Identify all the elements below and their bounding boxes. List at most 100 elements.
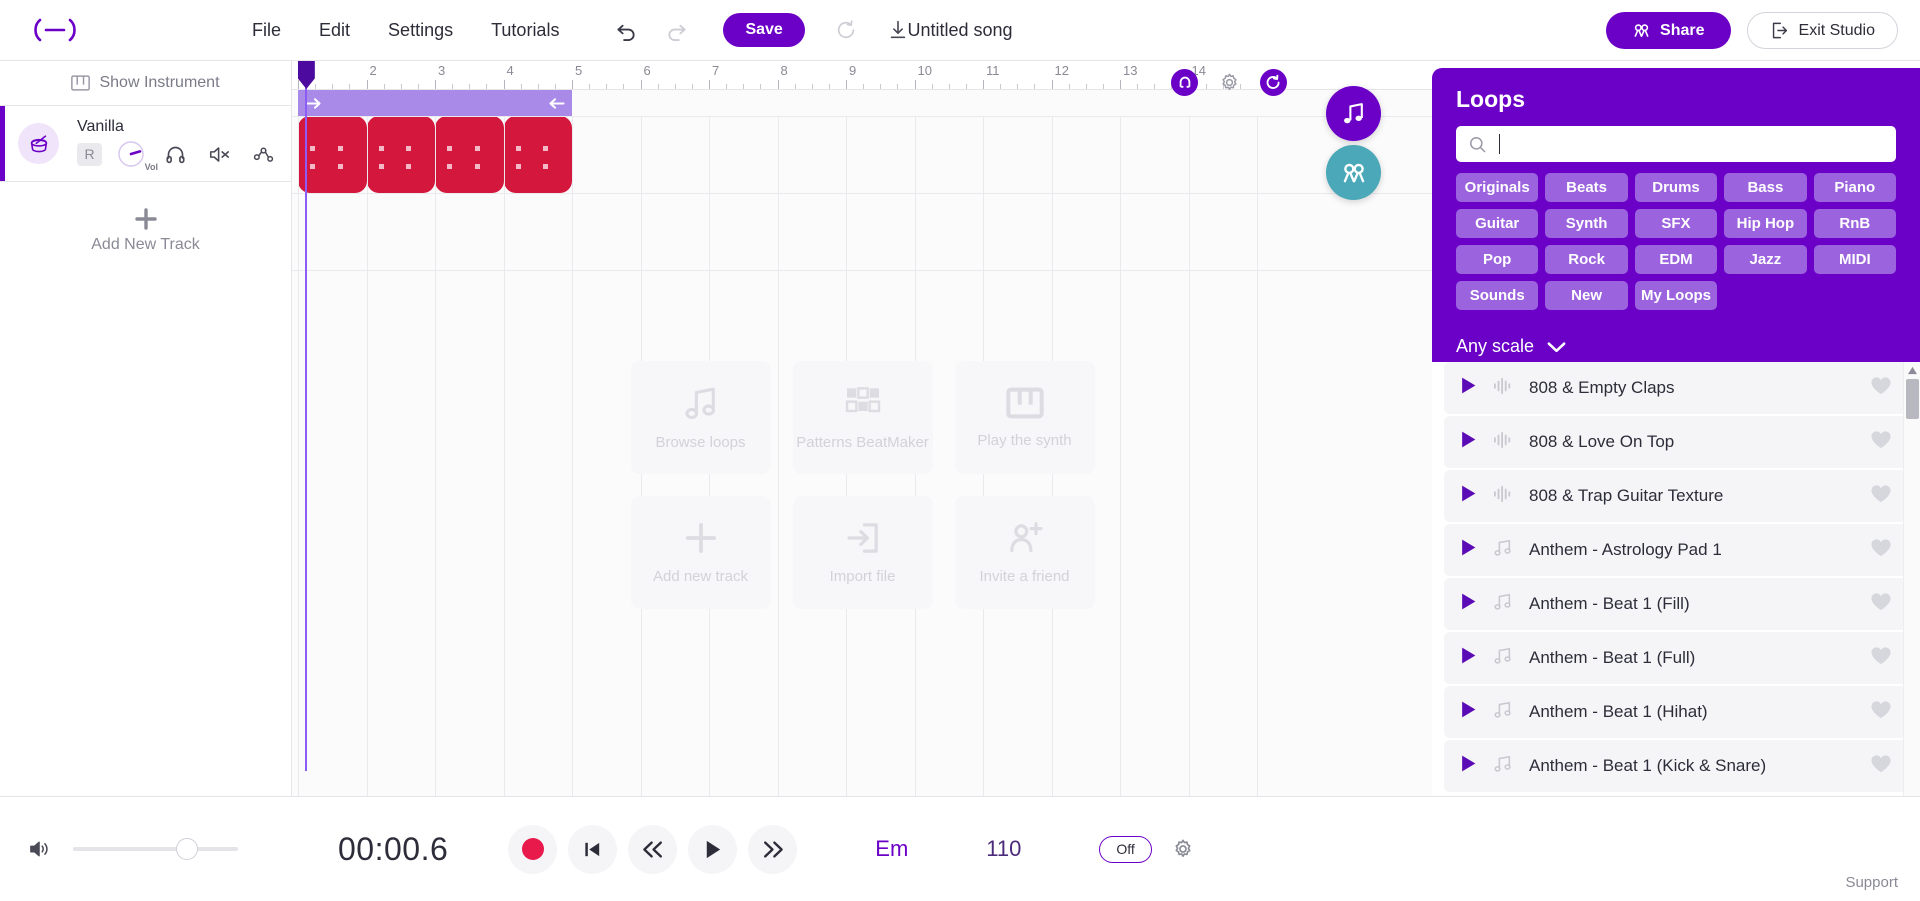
master-volume-slider[interactable] [73,838,238,860]
loop-category-tag-guitar[interactable]: Guitar [1456,209,1539,238]
loops-search-box[interactable] [1456,126,1896,162]
loop-category-tag-beats[interactable]: Beats [1545,173,1628,202]
redo-button[interactable] [661,15,691,45]
play-button[interactable] [688,824,738,874]
loop-category-tag-pop[interactable]: Pop [1456,245,1539,274]
track-row[interactable]: Vanilla R Vol [0,105,291,182]
rewind-button[interactable] [628,824,678,874]
track-automation-button[interactable] [248,139,278,169]
loop-list-item[interactable]: Anthem - Beat 1 (Full) [1444,632,1908,684]
loop-play-button[interactable] [1460,646,1477,670]
revert-button[interactable] [831,15,861,45]
undo-button[interactable] [611,15,641,45]
card-patterns-beatmaker[interactable]: Patterns BeatMaker [792,361,933,474]
menu-file[interactable]: File [252,20,281,41]
loop-play-button[interactable] [1460,538,1477,562]
card-invite-friend[interactable]: Invite a friend [954,496,1095,609]
loops-list-scrollbar-thumb[interactable] [1906,379,1919,419]
save-button[interactable]: Save [723,13,805,47]
track-record-arm-button[interactable]: R [77,142,102,166]
fast-forward-button[interactable] [748,824,798,874]
song-key-value[interactable]: Em [875,836,908,862]
master-volume-button[interactable] [25,834,55,864]
share-button[interactable]: Share [1606,12,1731,49]
snap-to-grid-button[interactable] [1171,68,1198,96]
loop-category-tag-sfx[interactable]: SFX [1634,209,1718,238]
loop-favorite-button[interactable] [1870,646,1892,671]
midi-clip[interactable] [298,116,367,193]
timeline-settings-button[interactable] [1214,67,1244,97]
loop-play-button[interactable] [1460,430,1477,454]
rewind-to-start-button[interactable] [568,824,618,874]
loop-category-tag-new[interactable]: New [1545,281,1628,310]
metronome-settings-button[interactable] [1168,834,1198,864]
loop-category-tag-edm[interactable]: EDM [1634,245,1718,274]
menu-settings[interactable]: Settings [388,20,453,41]
time-display[interactable]: 00:00.6 [338,831,448,868]
track-solo-button[interactable] [160,139,190,169]
loop-play-button[interactable] [1460,700,1477,724]
track-volume-knob[interactable]: Vol [116,139,158,172]
loop-list-item[interactable]: 808 & Love On Top [1444,416,1908,468]
metronome-toggle[interactable]: Off [1099,835,1152,863]
loop-favorite-button[interactable] [1870,700,1892,725]
loop-category-tag-rnb[interactable]: RnB [1813,209,1896,238]
loop-list-item[interactable]: Anthem - Beat 1 (Kick & Snare) [1444,740,1908,792]
loop-favorite-button[interactable] [1870,538,1892,563]
midi-clip[interactable] [435,116,504,193]
loop-category-tag-drums[interactable]: Drums [1634,173,1718,202]
menu-tutorials[interactable]: Tutorials [491,20,559,41]
loop-category-tag-synth[interactable]: Synth [1545,209,1628,238]
loop-favorite-button[interactable] [1870,754,1892,779]
loop-list-item[interactable]: Anthem - Astrology Pad 1 [1444,524,1908,576]
loop-list-item[interactable]: Anthem - Beat 1 (Hihat) [1444,686,1908,738]
loop-favorite-button[interactable] [1870,484,1892,509]
card-add-new-track[interactable]: Add new track [630,496,771,609]
exit-studio-button[interactable]: Exit Studio [1746,12,1898,49]
loop-play-button[interactable] [1460,592,1477,616]
midi-clip[interactable] [503,116,572,193]
loop-category-tag-sounds[interactable]: Sounds [1456,281,1539,310]
loop-category-tag-piano[interactable]: Piano [1813,173,1896,202]
loop-region-bar[interactable] [298,90,572,116]
loop-favorite-button[interactable] [1870,376,1892,401]
track-mute-button[interactable] [204,139,234,169]
loop-play-button[interactable] [1460,754,1477,778]
app-logo[interactable] [0,17,110,43]
loops-fab[interactable] [1326,86,1381,141]
support-link[interactable]: Support [1845,874,1898,891]
loop-list-item[interactable]: 808 & Trap Guitar Texture [1444,470,1908,522]
loop-favorite-button[interactable] [1870,592,1892,617]
record-button[interactable] [508,824,558,874]
loop-category-tag-my-loops[interactable]: My Loops [1634,281,1718,310]
card-browse-loops[interactable]: Browse loops [630,361,771,474]
loop-category-tag-rock[interactable]: Rock [1545,245,1628,274]
collaborate-fab[interactable] [1326,145,1381,200]
card-import-file[interactable]: Import file [792,496,933,609]
menu-edit[interactable]: Edit [319,20,350,41]
loop-category-tag-bass[interactable]: Bass [1724,173,1807,202]
loop-play-button[interactable] [1460,484,1477,508]
volume-slider-handle[interactable] [176,838,198,860]
loop-list-item[interactable]: Anthem - Beat 1 (Fill) [1444,578,1908,630]
arrangement-area[interactable]: 1234567891011121314 [292,61,1433,796]
add-new-track-button[interactable]: Add New Track [0,186,291,274]
loop-category-tag-hip-hop[interactable]: Hip Hop [1724,209,1807,238]
loop-play-button[interactable] [1460,376,1477,400]
midi-clip[interactable] [366,116,435,193]
track-instrument-icon[interactable] [18,123,59,164]
download-button[interactable] [883,15,913,45]
show-instrument-button[interactable]: Show Instrument [0,61,291,105]
loop-category-tag-midi[interactable]: MIDI [1813,245,1896,274]
loop-category-tag-jazz[interactable]: Jazz [1724,245,1807,274]
loops-results-list[interactable]: 808 & Empty Claps 808 & Love On Top 808 … [1432,362,1920,825]
loop-favorite-button[interactable] [1870,430,1892,455]
song-tempo-value[interactable]: 110 [986,836,1021,862]
loop-list-item[interactable]: 808 & Empty Claps [1444,362,1908,414]
loops-list-scrollbar[interactable] [1903,362,1920,825]
scale-filter-dropdown[interactable]: Any scale [1456,336,1920,357]
card-play-synth[interactable]: Play the synth [954,361,1095,474]
track-name[interactable]: Vanilla [77,118,278,136]
loop-toggle-button[interactable] [1260,68,1287,96]
loop-category-tag-originals[interactable]: Originals [1456,173,1539,202]
